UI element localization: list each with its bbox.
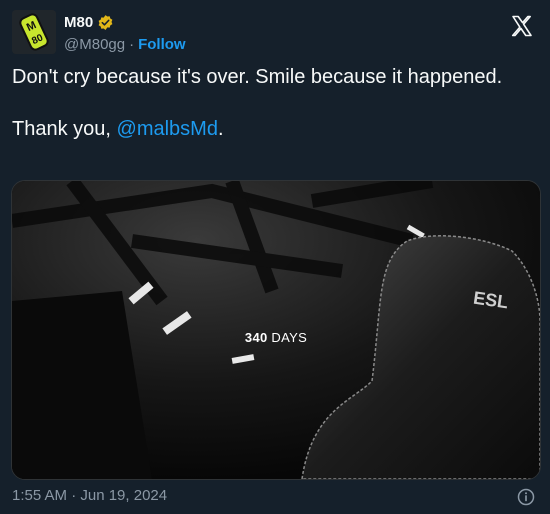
thank-you-text: Thank you,	[12, 118, 117, 140]
info-icon[interactable]	[516, 487, 536, 507]
tweet-line-1: Don't cry because it's over. Smile becau…	[12, 66, 503, 88]
m80-logo-icon: M80 M 80	[12, 10, 56, 54]
days-counter: 340 DAYS	[12, 330, 540, 345]
tweet-media-image[interactable]: ESL 340 DAYS	[11, 180, 541, 480]
separator-dot: ·	[129, 35, 135, 53]
avatar[interactable]: M80 M 80	[12, 10, 56, 54]
tweet-line-2: Thank you, @malbsMd.	[12, 116, 532, 142]
tweet-header: M80 M 80 M80 @M80gg · Follow	[12, 10, 538, 58]
verified-badge-icon	[98, 14, 113, 30]
account-names: M80 @M80gg · Follow	[64, 12, 186, 54]
tweet-timestamp[interactable]: 1:55 AM · Jun 19, 2024	[12, 487, 167, 504]
x-logo-icon[interactable]	[510, 14, 534, 38]
handle[interactable]: @M80gg	[64, 36, 125, 53]
days-number: 340	[244, 330, 268, 345]
display-name[interactable]: M80	[64, 14, 93, 31]
period-text: .	[217, 118, 224, 140]
days-word: DAYS	[267, 330, 308, 345]
follow-button[interactable]: Follow	[138, 36, 186, 53]
tweet-text: Don't cry because it's over. Smile becau…	[12, 64, 532, 142]
mention-link[interactable]: @malbsMd	[117, 118, 218, 140]
